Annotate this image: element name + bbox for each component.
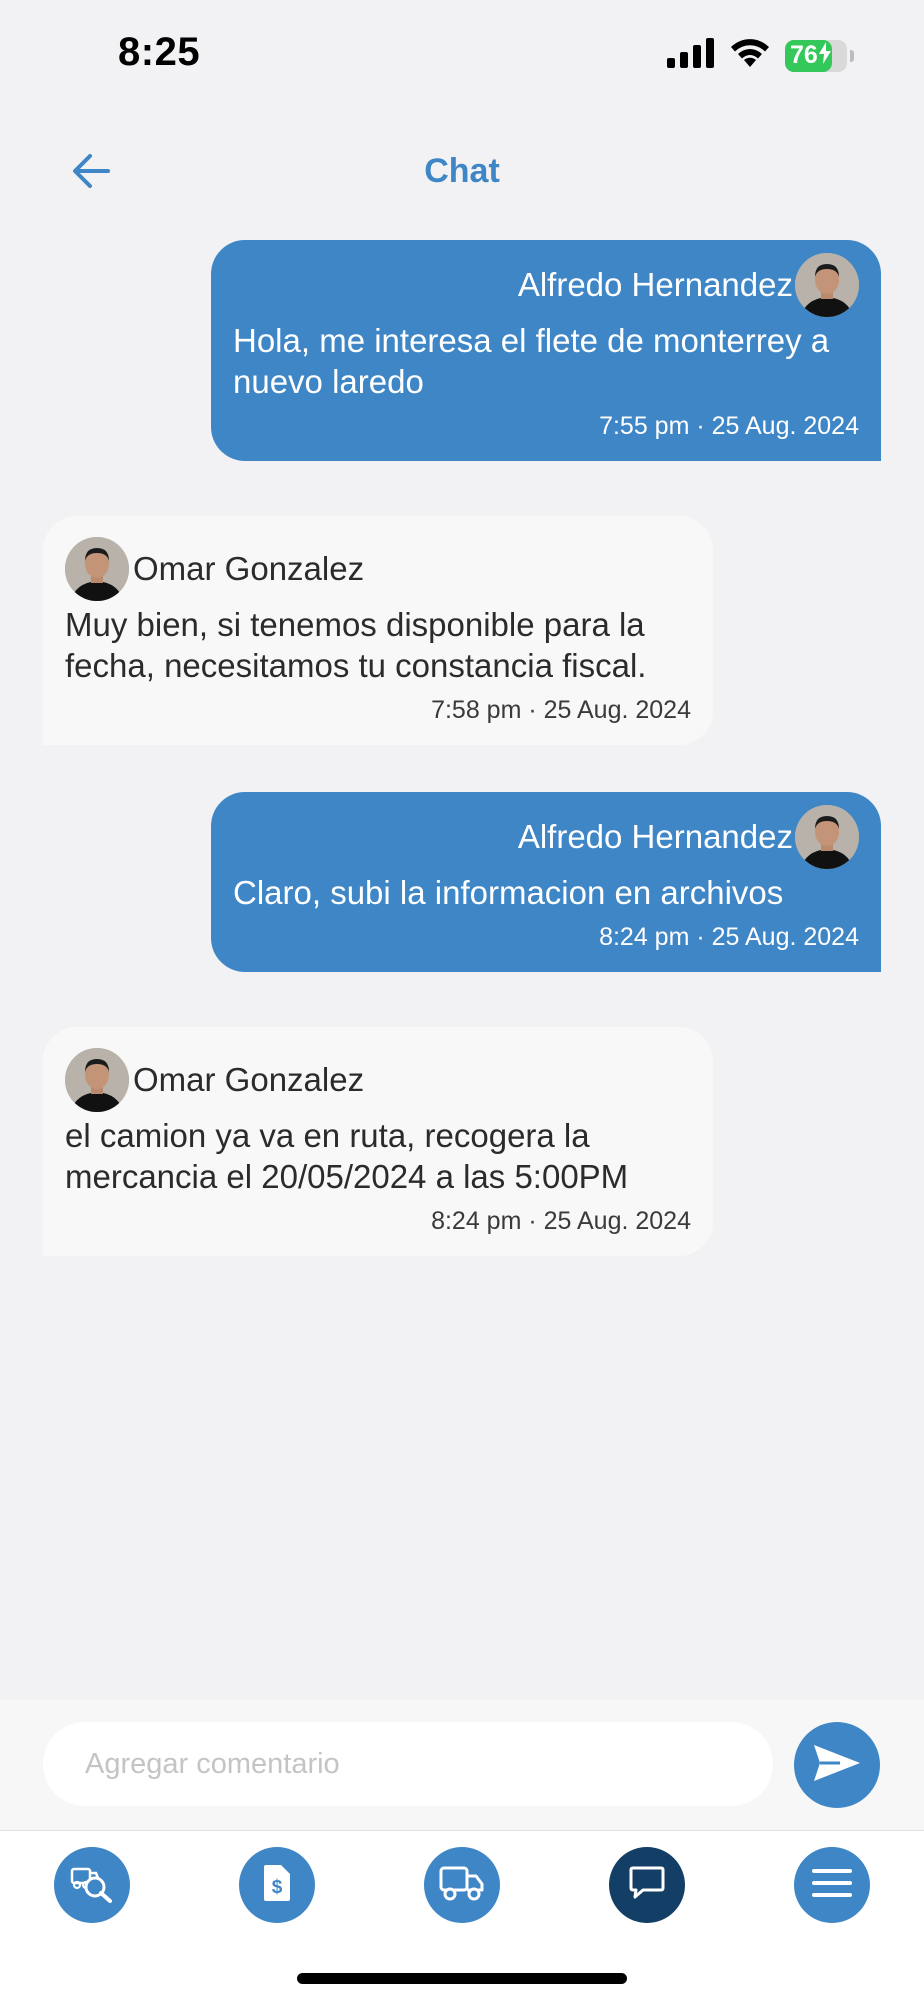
message-header: Omar Gonzalez bbox=[65, 1047, 691, 1113]
battery-charging-icon: 76 bbox=[785, 39, 854, 72]
nav-search-freight-button[interactable] bbox=[54, 1847, 130, 1923]
message-text: el camion ya va en ruta, recogera la mer… bbox=[65, 1117, 629, 1195]
send-button[interactable] bbox=[794, 1722, 880, 1808]
message-timestamp: 8:24 pm · 25 Aug. 2024 bbox=[431, 1207, 691, 1235]
comment-input[interactable] bbox=[43, 1722, 773, 1806]
home-indicator bbox=[297, 1973, 627, 1984]
svg-text:$: $ bbox=[272, 1877, 283, 1898]
chat-bubble-icon bbox=[629, 1866, 665, 1905]
sender-name: Omar Gonzalez bbox=[133, 1061, 365, 1098]
sender-name: Omar Gonzalez bbox=[133, 550, 365, 587]
message-bubble-outgoing: Alfredo Hernandez Hola, me interesa el f… bbox=[211, 240, 881, 461]
avatar bbox=[795, 805, 859, 869]
sender-name: Alfredo Hernandez bbox=[517, 266, 793, 303]
message-bubble-incoming: Omar Gonzalez el camion ya va en ruta, r… bbox=[43, 1027, 713, 1256]
message-text: Muy bien, si tenemos disponible para la … bbox=[65, 606, 647, 684]
sender-name: Alfredo Hernandez bbox=[517, 818, 793, 855]
invoice-icon: $ bbox=[262, 1864, 292, 1907]
comment-composer bbox=[0, 1700, 924, 1830]
bolt-icon bbox=[818, 42, 831, 69]
avatar bbox=[65, 537, 129, 601]
nav-invoices-button[interactable]: $ bbox=[239, 1847, 315, 1923]
avatar bbox=[65, 1048, 129, 1112]
nav-chat-button[interactable] bbox=[609, 1847, 685, 1923]
battery-level: 76 bbox=[790, 41, 818, 69]
battery-cap bbox=[850, 49, 854, 62]
message-timestamp: 7:58 pm · 25 Aug. 2024 bbox=[431, 696, 691, 724]
battery-indicator: 76 bbox=[785, 39, 847, 72]
message-header: Omar Gonzalez bbox=[65, 536, 691, 602]
page-title: Chat bbox=[424, 152, 500, 190]
message-header: Alfredo Hernandez bbox=[233, 804, 859, 870]
chat-header: Chat bbox=[0, 130, 924, 210]
message-bubble-outgoing: Alfredo Hernandez Claro, subi la informa… bbox=[211, 792, 881, 972]
status-bar: 8:25 76 bbox=[0, 0, 924, 110]
avatar bbox=[795, 253, 859, 317]
message-timestamp: 7:55 pm · 25 Aug. 2024 bbox=[599, 412, 859, 440]
menu-icon bbox=[812, 1868, 852, 1903]
truck-search-icon bbox=[70, 1863, 114, 1908]
truck-icon bbox=[439, 1864, 485, 1907]
nav-menu-button[interactable] bbox=[794, 1847, 870, 1923]
message-header: Alfredo Hernandez bbox=[233, 252, 859, 318]
message-bubble-incoming: Omar Gonzalez Muy bien, si tenemos dispo… bbox=[43, 516, 713, 745]
send-icon bbox=[812, 1742, 862, 1789]
message-text: Claro, subi la informacion en archivos bbox=[233, 874, 784, 911]
wifi-icon bbox=[729, 38, 771, 73]
status-icons: 76 bbox=[667, 38, 854, 73]
cellular-signal-icon bbox=[667, 38, 715, 73]
message-timestamp: 8:24 pm · 25 Aug. 2024 bbox=[599, 923, 859, 951]
nav-trucks-button[interactable] bbox=[424, 1847, 500, 1923]
message-text: Hola, me interesa el flete de monterrey … bbox=[233, 322, 830, 400]
status-time: 8:25 bbox=[118, 30, 201, 74]
